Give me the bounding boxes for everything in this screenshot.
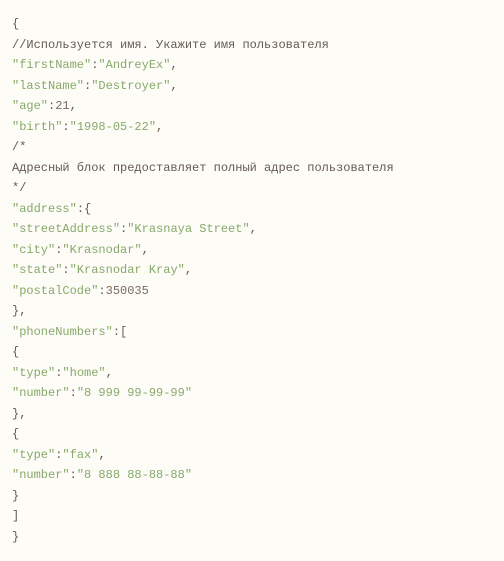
code-line: "number":"8 888 88-88-88"	[12, 465, 492, 486]
code-line: /*	[12, 137, 492, 158]
code-line: "age":21,	[12, 96, 492, 117]
code-line: "streetAddress":"Krasnaya Street",	[12, 219, 492, 240]
code-line: {	[12, 14, 492, 35]
code-line: Адресный блок предоставляет полный адрес…	[12, 158, 492, 179]
code-line: */	[12, 178, 492, 199]
code-line: ]	[12, 506, 492, 527]
code-line: "number":"8 999 99-99-99"	[12, 383, 492, 404]
code-line: }	[12, 486, 492, 507]
code-line: {	[12, 342, 492, 363]
code-line: "postalCode":350035	[12, 281, 492, 302]
code-line: {	[12, 424, 492, 445]
code-line: //Используется имя. Укажите имя пользова…	[12, 35, 492, 56]
code-line: }	[12, 527, 492, 548]
code-line: "lastName":"Destroyer",	[12, 76, 492, 97]
code-line: "state":"Krasnodar Kray",	[12, 260, 492, 281]
code-line: },	[12, 301, 492, 322]
code-line: "type":"fax",	[12, 445, 492, 466]
code-line: "birth":"1998-05-22",	[12, 117, 492, 138]
json-code-block: {//Используется имя. Укажите имя пользов…	[12, 14, 492, 547]
code-line: "firstName":"AndreyEx",	[12, 55, 492, 76]
code-line: "type":"home",	[12, 363, 492, 384]
code-line: },	[12, 404, 492, 425]
code-line: "phoneNumbers":[	[12, 322, 492, 343]
code-line: "city":"Krasnodar",	[12, 240, 492, 261]
code-line: "address":{	[12, 199, 492, 220]
